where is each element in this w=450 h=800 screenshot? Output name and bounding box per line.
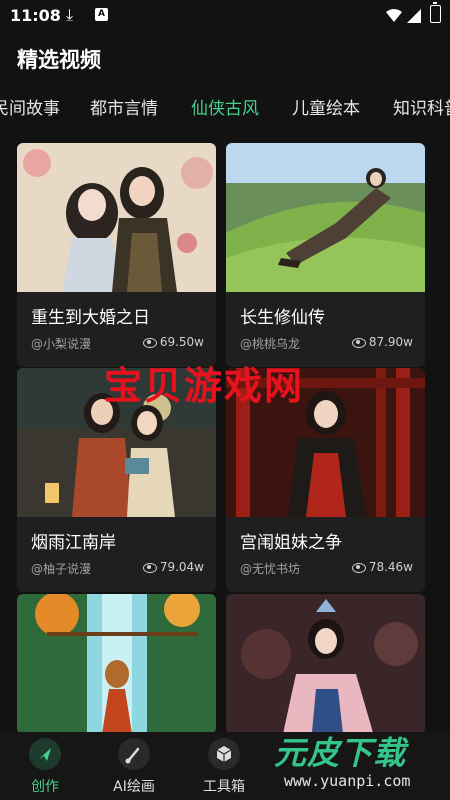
video-card[interactable] <box>17 594 216 734</box>
battery-icon <box>430 2 441 23</box>
video-thumbnail <box>226 594 425 734</box>
card-title: 烟雨江南岸 <box>31 533 116 553</box>
card-author: @柚子说漫 <box>31 562 92 576</box>
eye-icon <box>351 337 366 348</box>
download-icon: ⤓ <box>66 5 74 24</box>
tab-xianxia[interactable]: 仙侠古风 <box>191 94 259 119</box>
tab-urban-romance[interactable]: 都市言情 <box>90 94 158 119</box>
card-title: 宫闱姐妹之争 <box>240 533 342 553</box>
nav-label: AI绘画 <box>113 779 155 795</box>
eye-icon <box>351 562 366 573</box>
site-watermark-title: 元皮下载 <box>274 734 407 772</box>
tab-kids-picture-books[interactable]: 儿童绘本 <box>292 94 360 119</box>
a-badge-icon: A <box>95 8 108 21</box>
status-time: 11:08 <box>10 6 61 25</box>
card-author: @小梨说漫 <box>31 337 92 351</box>
nav-ai-drawing[interactable]: AI绘画 <box>99 738 169 796</box>
eye-icon <box>142 562 157 573</box>
tab-folk-stories[interactable]: 民间故事 <box>0 94 60 119</box>
video-thumbnail <box>226 143 425 292</box>
cube-icon <box>208 738 240 770</box>
card-author: @无忧书坊 <box>240 562 301 576</box>
card-views: 87.90w <box>351 335 413 349</box>
video-card[interactable]: 长生修仙传 @桃桃乌龙 87.90w <box>226 143 425 367</box>
view-count: 79.04w <box>159 560 204 574</box>
send-icon <box>29 738 61 770</box>
card-title: 长生修仙传 <box>240 308 325 328</box>
category-tabs: 民间故事 都市言情 仙侠古风 儿童绘本 知识科普 <box>0 90 450 124</box>
view-count: 87.90w <box>368 335 413 349</box>
site-watermark-url: www.yuanpi.com <box>284 772 411 790</box>
brush-icon <box>118 738 150 770</box>
card-views: 79.04w <box>142 560 204 574</box>
page-title: 精选视频 <box>17 48 101 72</box>
nav-toolbox[interactable]: 工具箱 <box>189 738 259 796</box>
video-card[interactable] <box>226 594 425 734</box>
card-views: 78.46w <box>351 560 413 574</box>
status-bar: 11:08 ⤓ A <box>0 0 450 32</box>
nav-label: 工具箱 <box>203 779 245 795</box>
card-views: 69.50w <box>142 335 204 349</box>
wifi-signal-icon <box>386 9 421 23</box>
card-author: @桃桃乌龙 <box>240 337 301 351</box>
view-count: 78.46w <box>368 560 413 574</box>
eye-icon <box>142 337 157 348</box>
tab-science[interactable]: 知识科普 <box>393 94 450 119</box>
video-thumbnail <box>17 594 216 734</box>
card-title: 重生到大婚之日 <box>31 308 150 328</box>
watermark-text: 宝贝游戏网 <box>104 364 305 408</box>
nav-create[interactable]: 创作 <box>10 738 80 796</box>
view-count: 69.50w <box>159 335 204 349</box>
site-watermark: 元皮下载 www.yuanpi.com <box>268 728 446 798</box>
video-thumbnail <box>17 143 216 292</box>
nav-label: 创作 <box>31 779 59 795</box>
video-card[interactable]: 重生到大婚之日 @小梨说漫 69.50w <box>17 143 216 367</box>
